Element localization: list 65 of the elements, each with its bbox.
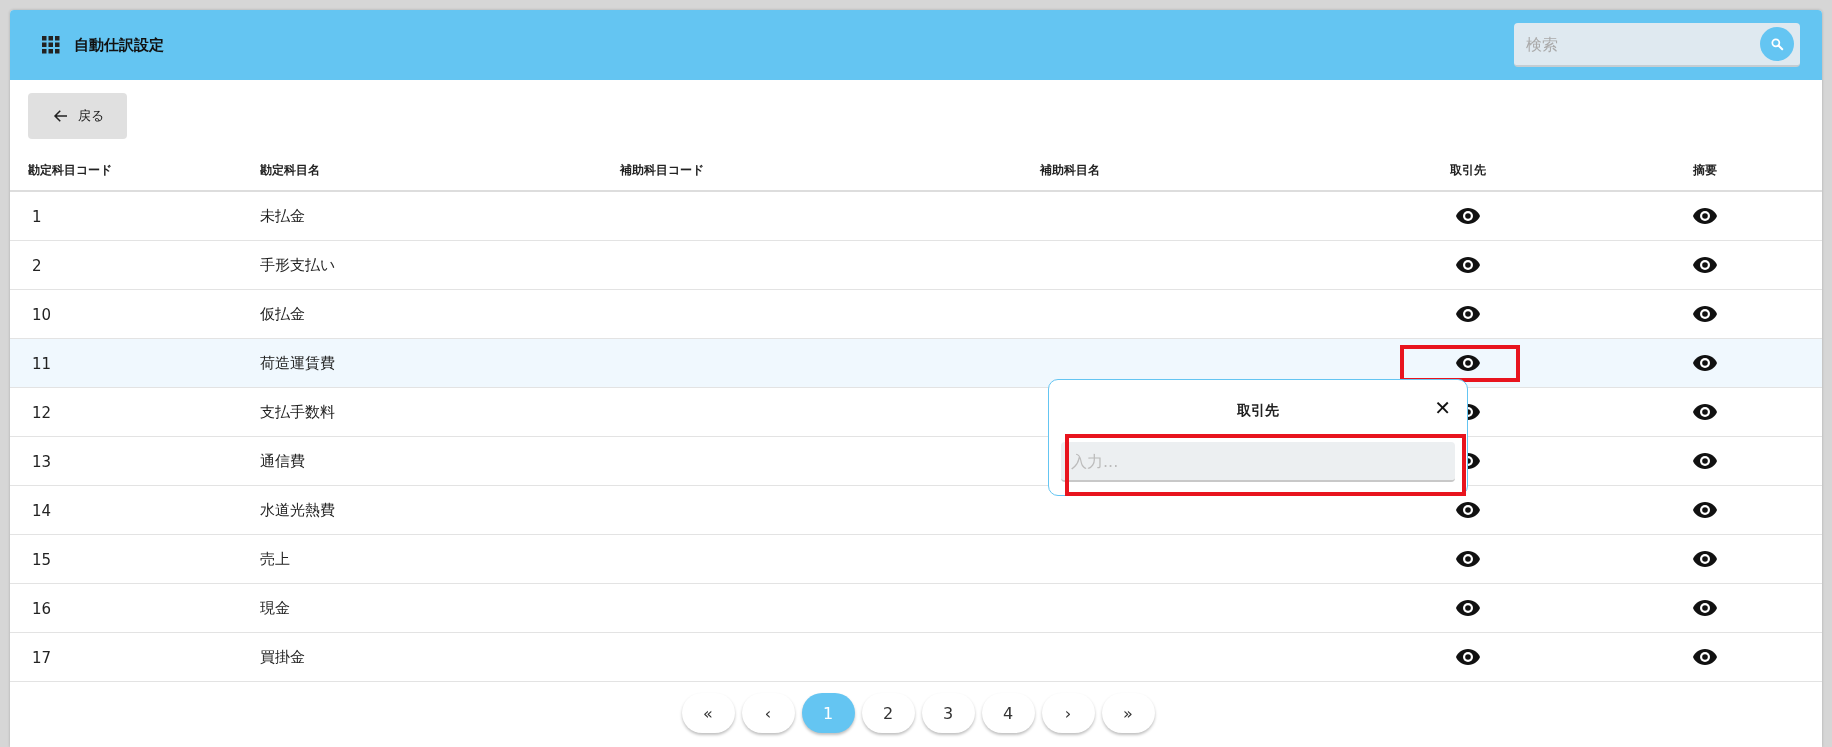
table-row[interactable]: 11 荷造運賃費 [10, 339, 1822, 388]
page-button[interactable]: » [1101, 693, 1155, 733]
table-row[interactable]: 16 現金 [10, 584, 1822, 633]
apps-grid-icon[interactable] [42, 36, 60, 54]
back-button[interactable]: 戻る [28, 93, 127, 139]
eye-icon[interactable] [1692, 305, 1718, 323]
eye-icon[interactable] [1692, 550, 1718, 568]
eye-icon[interactable] [1455, 207, 1481, 225]
table-cell: 13 [32, 452, 52, 471]
table-row[interactable]: 2 手形支払い [10, 241, 1822, 290]
table-cell: 15 [32, 550, 52, 569]
column-header: 補助科目名 [1040, 162, 1100, 177]
eye-icon[interactable] [1692, 207, 1718, 225]
eye-icon[interactable] [1455, 550, 1481, 568]
table-cell: 水道光熱費 [260, 501, 335, 519]
column-header: 補助科目コード [620, 162, 704, 177]
column-header: 勘定科目コード [28, 162, 112, 177]
table-cell: 11 [32, 354, 52, 373]
eye-icon[interactable] [1455, 501, 1481, 519]
eye-icon[interactable] [1692, 599, 1718, 617]
page-button[interactable]: 2 [861, 693, 915, 733]
column-header: 取引先 [1450, 162, 1486, 177]
eye-icon[interactable] [1455, 305, 1481, 323]
table-cell: 買掛金 [260, 648, 305, 666]
table-row[interactable]: 15 売上 [10, 535, 1822, 584]
table-cell: 支払手数料 [260, 403, 335, 421]
page-button[interactable]: 3 [921, 693, 975, 733]
eye-icon[interactable] [1692, 354, 1718, 372]
eye-icon[interactable] [1455, 354, 1481, 372]
table-cell: 16 [32, 599, 52, 618]
search-icon [1770, 37, 1784, 51]
eye-icon[interactable] [1455, 648, 1481, 666]
page-button[interactable]: › [1041, 693, 1095, 733]
close-button[interactable]: ✕ [1430, 396, 1455, 420]
table-cell: 通信費 [260, 452, 305, 470]
table-cell: 17 [32, 648, 52, 667]
table-cell: 未払金 [260, 207, 305, 225]
page-button[interactable]: « [681, 693, 735, 733]
column-header: 摘要 [1693, 162, 1717, 177]
eye-icon[interactable] [1692, 501, 1718, 519]
table-row[interactable]: 17 買掛金 [10, 633, 1822, 682]
table-cell: 14 [32, 501, 52, 520]
table-cell: 2 [32, 256, 42, 275]
table-row[interactable]: 1 未払金 [10, 192, 1822, 241]
eye-icon[interactable] [1692, 256, 1718, 274]
table-cell: 荷造運賃費 [260, 354, 335, 372]
eye-icon[interactable] [1455, 256, 1481, 274]
eye-icon[interactable] [1455, 599, 1481, 617]
page-button[interactable]: 4 [981, 693, 1035, 733]
table-cell: 10 [32, 305, 52, 324]
table-cell: 手形支払い [260, 256, 335, 274]
table-cell: 現金 [260, 599, 290, 617]
search-field[interactable]: 検索 [1514, 23, 1800, 67]
table-cell: 仮払金 [260, 305, 305, 323]
arrow-left-icon [51, 107, 70, 125]
table-cell: 1 [32, 207, 42, 226]
eye-icon[interactable] [1692, 403, 1718, 421]
page-button[interactable]: ‹ [741, 693, 795, 733]
eye-icon[interactable] [1692, 648, 1718, 666]
page-title: 自動仕訳設定 [74, 35, 164, 55]
column-header: 勘定科目名 [260, 162, 320, 177]
table-cell: 12 [32, 403, 52, 422]
table-cell: 売上 [260, 550, 290, 568]
popover-title: 取引先 [1237, 402, 1279, 420]
eye-icon[interactable] [1692, 452, 1718, 470]
